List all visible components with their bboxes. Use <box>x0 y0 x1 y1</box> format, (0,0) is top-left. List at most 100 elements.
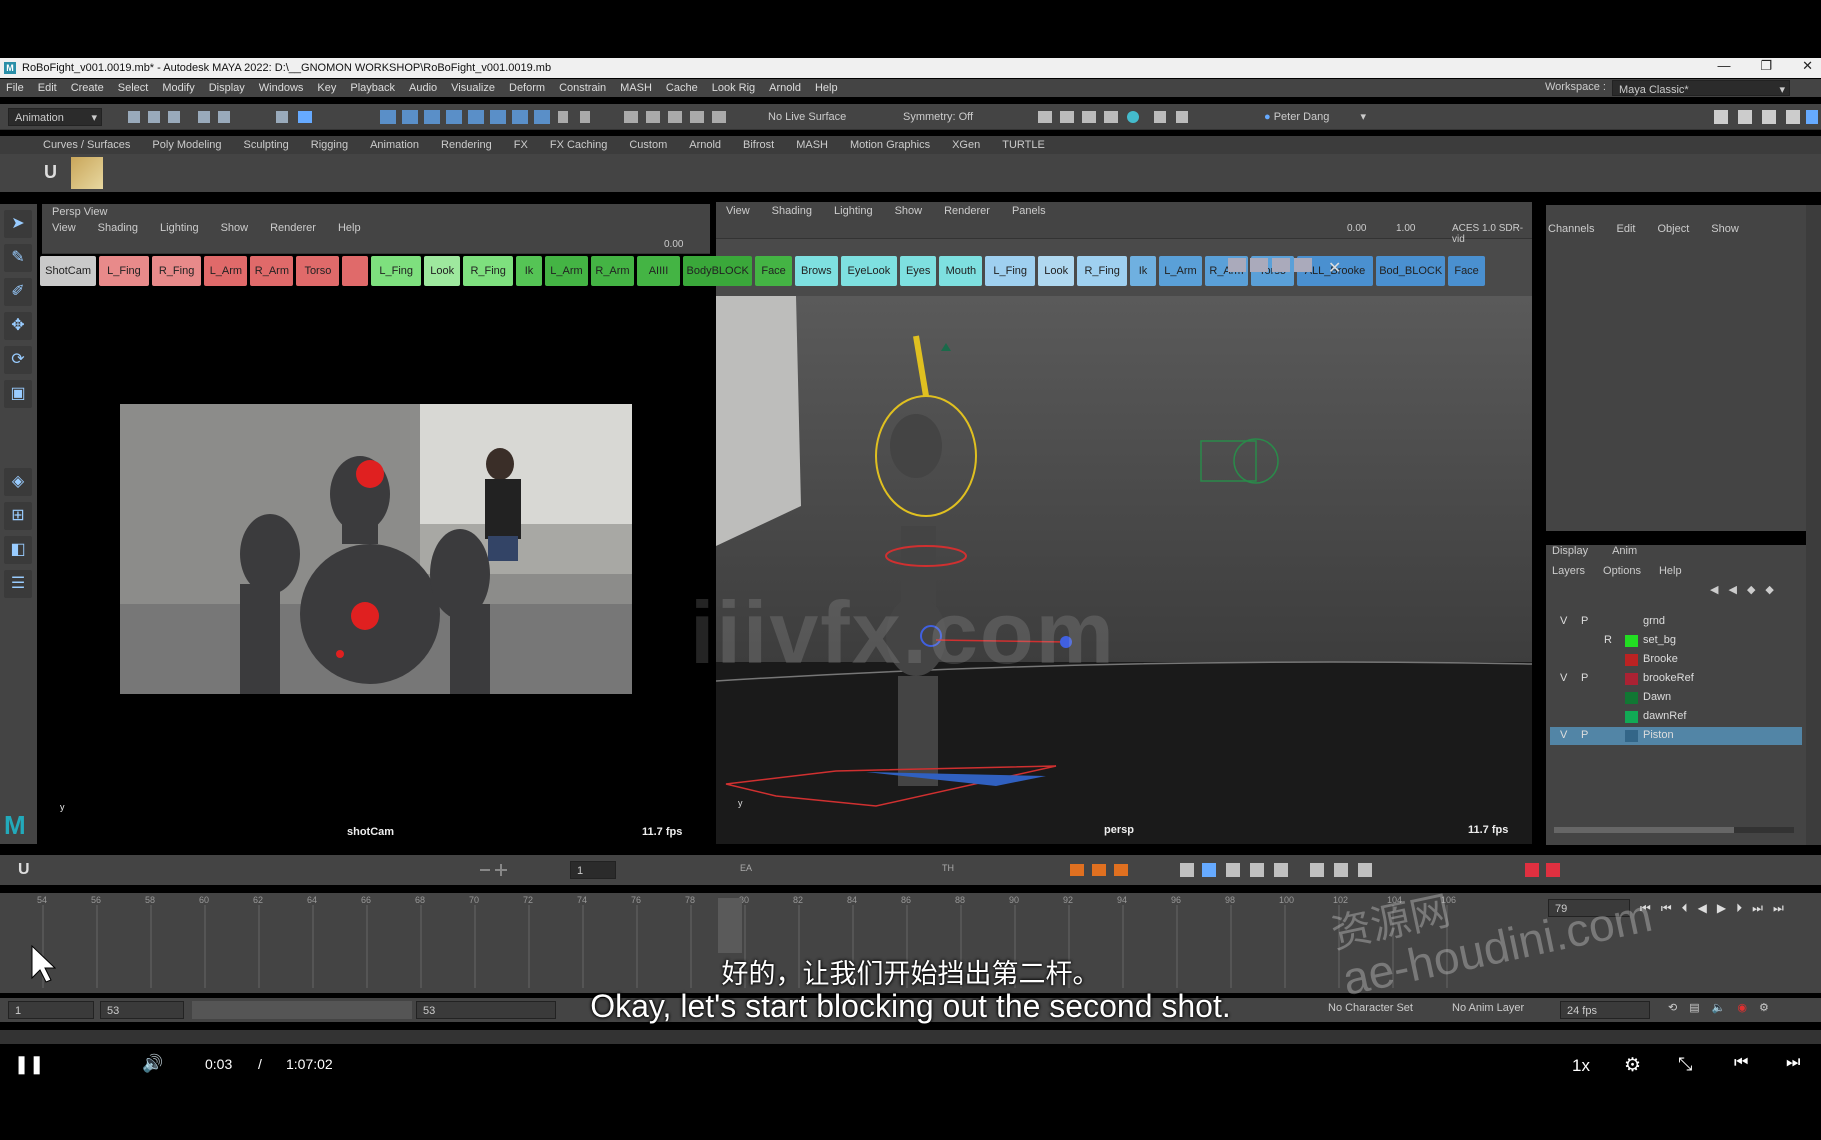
tab-display[interactable]: Display <box>1552 545 1588 557</box>
selector-icon-2[interactable] <box>1250 258 1268 272</box>
selector-button[interactable]: Brows <box>794 256 838 286</box>
selector-tool-icons[interactable]: ✕ <box>1228 258 1341 278</box>
shelf-tab-13[interactable]: XGen <box>952 139 980 151</box>
four-view-icon[interactable]: ⊞ <box>4 502 32 530</box>
selector-button[interactable]: R_Fing <box>1077 256 1127 286</box>
next-icon[interactable]: ⏭ <box>1786 1054 1800 1072</box>
selector-button[interactable]: Look <box>424 256 461 286</box>
step-forward-frame-icon[interactable]: ⏵ <box>1736 901 1742 916</box>
close-button[interactable]: ✕ <box>1802 58 1813 74</box>
shelf-tab-10[interactable]: Bifrost <box>743 139 774 151</box>
menu-arnold[interactable]: Arnold <box>769 82 801 94</box>
close-icon[interactable]: ✕ <box>1328 258 1341 278</box>
u-logo-icon[interactable]: U <box>44 162 62 184</box>
menu-windows[interactable]: Windows <box>259 82 304 94</box>
new-layer-icon[interactable]: ◆ <box>1747 583 1755 596</box>
selector-button[interactable]: Torso <box>296 256 340 286</box>
selector-button[interactable]: EyeLook <box>840 256 897 286</box>
selector-button[interactable]: Eyes <box>900 256 937 286</box>
move-layer-down-icon[interactable]: ◀ <box>1728 583 1736 596</box>
menu-display[interactable]: Display <box>209 82 245 94</box>
layer-color-swatch[interactable] <box>1625 692 1638 704</box>
channel-menu-show[interactable]: Show <box>1711 223 1739 235</box>
step-back-key-icon[interactable]: ⏮ <box>1661 901 1672 916</box>
selector-icon-1[interactable] <box>1228 258 1246 272</box>
viewport-left-icons[interactable]: 0.00 <box>42 236 710 254</box>
layer-playback-toggle[interactable]: P <box>1581 615 1588 627</box>
minimize-button[interactable]: — <box>1717 58 1730 74</box>
selector-button[interactable]: BodyBLOCK <box>683 256 753 286</box>
layer-color-swatch[interactable] <box>1625 673 1638 685</box>
timebar-icons[interactable] <box>480 860 1820 880</box>
layer-color-swatch[interactable] <box>1625 654 1638 666</box>
selector-button[interactable]: L_Arm <box>545 256 588 286</box>
menu-help[interactable]: Help <box>815 82 838 94</box>
lasso-tool-icon[interactable]: ✎ <box>4 244 32 272</box>
live-surface-label[interactable]: No Live Surface <box>768 111 846 123</box>
shelf-tab-0[interactable]: Curves / Surfaces <box>43 139 130 151</box>
menu-visualize[interactable]: Visualize <box>451 82 495 94</box>
shelf-tab-1[interactable]: Poly Modeling <box>152 139 221 151</box>
previous-icon[interactable]: ⏮ <box>1734 1054 1748 1072</box>
viewport-right-icons[interactable]: 0.00 1.00 ACES 1.0 SDR-vid <box>716 219 1532 245</box>
selector-button[interactable]: ShotCam <box>40 256 97 286</box>
layer-color-swatch[interactable] <box>1625 711 1638 723</box>
vp-right-menu-panels[interactable]: Panels <box>1012 205 1046 217</box>
vp-left-menu-shading[interactable]: Shading <box>98 222 138 234</box>
shelf-tab-3[interactable]: Rigging <box>311 139 348 151</box>
menu-cache[interactable]: Cache <box>666 82 698 94</box>
rotate-tool-icon[interactable]: ⟳ <box>4 346 32 374</box>
channel-menu-object[interactable]: Object <box>1657 223 1689 235</box>
menu-options[interactable]: Options <box>1603 565 1641 577</box>
selector-button[interactable]: Bod_BLOCK <box>1376 256 1446 286</box>
go-to-end-icon[interactable]: ⏭ <box>1773 901 1784 916</box>
menu-look-rig[interactable]: Look Rig <box>712 82 755 94</box>
tab-anim[interactable]: Anim <box>1612 545 1637 557</box>
selector-button[interactable] <box>342 256 369 286</box>
shelf-tab-12[interactable]: Motion Graphics <box>850 139 930 151</box>
single-view-icon[interactable]: ◈ <box>4 468 32 496</box>
command-line[interactable] <box>0 1030 1821 1044</box>
selector-button[interactable]: Face <box>1448 256 1485 286</box>
vp-right-menu-shading[interactable]: Shading <box>772 205 812 217</box>
selector-button[interactable]: Ik <box>516 256 542 286</box>
workspace-dropdown[interactable]: Maya Classic* ▾ <box>1612 80 1790 96</box>
layer-row[interactable]: Brooke <box>1550 651 1802 669</box>
menu-playback[interactable]: Playback <box>350 82 395 94</box>
shelf-custom-icon[interactable] <box>71 157 103 189</box>
colorspace-label[interactable]: ACES 1.0 SDR-vid <box>1452 223 1532 245</box>
selector-button[interactable]: L_Arm <box>1159 256 1202 286</box>
vp-right-menu-view[interactable]: View <box>726 205 750 217</box>
menu-audio[interactable]: Audio <box>409 82 437 94</box>
layer-reference-toggle[interactable]: R <box>1604 634 1612 646</box>
vp-left-menu-show[interactable]: Show <box>221 222 249 234</box>
play-backward-icon[interactable]: ◀ <box>1698 901 1707 916</box>
layer-playback-toggle[interactable]: P <box>1581 672 1588 684</box>
selector-button[interactable]: L_Fing <box>371 256 421 286</box>
menu-file[interactable]: File <box>6 82 24 94</box>
panel-toggle-icons[interactable] <box>1710 108 1820 126</box>
step-forward-key-icon[interactable]: ⏭ <box>1752 901 1763 916</box>
shelf-tab-4[interactable]: Animation <box>370 139 419 151</box>
menu-help[interactable]: Help <box>1659 565 1682 577</box>
play-forward-icon[interactable]: ▶ <box>1717 901 1726 916</box>
channel-menu-channels[interactable]: Channels <box>1548 223 1594 235</box>
vp-right-menu-show[interactable]: Show <box>895 205 923 217</box>
layer-row[interactable]: V PbrookeRef <box>1550 670 1802 688</box>
shelf-tab-5[interactable]: Rendering <box>441 139 492 151</box>
channel-menu-edit[interactable]: Edit <box>1616 223 1635 235</box>
layer-visible-toggle[interactable]: V <box>1560 729 1567 741</box>
layer-color-swatch[interactable] <box>1625 635 1638 647</box>
selector-button[interactable]: Look <box>1038 256 1075 286</box>
scale-tool-icon[interactable]: ▣ <box>4 380 32 408</box>
playback-speed-button[interactable]: 1x <box>1572 1056 1590 1076</box>
maximize-button[interactable]: ❐ <box>1760 58 1772 74</box>
shelf-tab-6[interactable]: FX <box>514 139 528 151</box>
menu-select[interactable]: Select <box>118 82 149 94</box>
layer-row[interactable]: V P Piston <box>1550 727 1802 745</box>
layer-row[interactable]: V Pgrnd <box>1550 613 1802 631</box>
step-back-frame-icon[interactable]: ⏴ <box>1682 901 1688 916</box>
vp-left-menu-help[interactable]: Help <box>338 222 361 234</box>
layer-row[interactable]: dawnRef <box>1550 708 1802 726</box>
viewport-left[interactable]: Persp View View Shading Lighting Show Render… <box>42 204 710 844</box>
